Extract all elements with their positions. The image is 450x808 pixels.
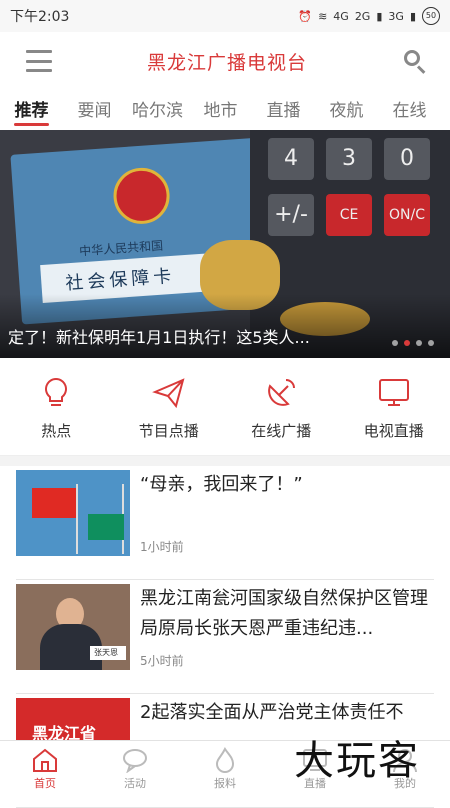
calc-key: ON/C — [384, 194, 430, 236]
section-divider — [0, 456, 450, 466]
wifi-icon: ≋ — [318, 10, 327, 23]
network-label-2g: 2G — [355, 10, 371, 23]
carousel-dot-active[interactable] — [404, 340, 410, 346]
quick-link-radio[interactable]: 在线广播 — [225, 358, 338, 455]
lightbulb-icon — [39, 376, 73, 410]
home-icon — [31, 747, 59, 773]
news-time: 5小时前 — [140, 652, 184, 669]
card-title-text: 社会保障卡 — [64, 262, 176, 296]
tab-online[interactable]: 在线 — [378, 90, 441, 130]
quick-link-tv[interactable]: 电视直播 — [338, 358, 450, 455]
calc-key: 3 — [326, 138, 372, 180]
status-time: 下午2:03 — [10, 6, 298, 26]
battery-indicator: 50 — [422, 7, 440, 25]
tab-cities[interactable]: 地市 — [189, 90, 252, 130]
news-item[interactable]: 张天恩 黑龙江南瓮河国家级自然保护区管理局原局长张天恩严重违纪违... 5小时前 — [16, 580, 434, 694]
news-title: 黑龙江南瓮河国家级自然保护区管理局原局长张天恩严重违纪违... — [140, 584, 430, 644]
tab-headlines[interactable]: 要闻 — [63, 90, 126, 130]
china-flag-image — [32, 488, 76, 518]
hamburger-icon[interactable] — [26, 50, 52, 72]
national-emblem-icon — [112, 166, 172, 226]
quick-link-label: 热点 — [41, 420, 71, 441]
chat-bubble-icon — [121, 747, 149, 773]
nav-label: 活动 — [124, 775, 146, 791]
calc-key: 0 — [384, 138, 430, 180]
app-header: 黑龙江广播电视台 — [0, 32, 450, 90]
tab-live[interactable]: 直播 — [252, 90, 315, 130]
macau-flag-image — [88, 514, 124, 540]
news-time: 1小时前 — [140, 538, 184, 555]
paper-plane-icon — [152, 376, 186, 410]
status-bar: 下午2:03 ⏰ ≋ 4G 2G ▮ 3G ▮ 50 — [0, 0, 450, 32]
tab-recommend[interactable]: 推荐 — [0, 90, 63, 130]
news-thumbnail: 张天恩 — [16, 584, 130, 670]
flame-icon — [211, 747, 239, 773]
news-item[interactable]: “母亲，我回来了！” 1小时前 — [16, 466, 434, 580]
quick-link-label: 电视直播 — [364, 420, 424, 441]
news-title: 2起落实全面从严治党主体责任不 — [140, 698, 430, 728]
alarm-icon: ⏰ — [298, 10, 312, 23]
name-plate-text: 张天恩 — [94, 647, 118, 658]
nav-label: 首页 — [34, 775, 56, 791]
tab-harbin[interactable]: 哈尔滨 — [126, 90, 189, 130]
tv-icon — [377, 376, 411, 410]
quick-link-on-demand[interactable]: 节目点播 — [113, 358, 226, 455]
nav-report[interactable]: 报料 — [180, 741, 270, 800]
satellite-dish-icon — [264, 376, 298, 410]
carousel-dot[interactable] — [428, 340, 434, 346]
tab-night[interactable]: 夜航 — [315, 90, 378, 130]
news-title: “母亲，我回来了！” — [140, 470, 430, 500]
nav-activity[interactable]: 活动 — [90, 741, 180, 800]
quick-link-label: 节目点播 — [139, 420, 199, 441]
card-country-text: 中华人民共和国 — [79, 237, 164, 260]
banner-carousel[interactable]: 中华人民共和国 社会保障卡 4 3 0 +/- CE ON/C 定了！新社保明年… — [0, 130, 450, 358]
news-thumbnail — [16, 470, 130, 556]
banner-caption: 定了！新社保明年1月1日执行！这5类人... — [8, 324, 368, 348]
app-title: 黑龙江广播电视台 — [147, 48, 307, 75]
signal-icon: ▮ — [410, 10, 416, 23]
network-label-3g: 3G — [388, 10, 404, 23]
carousel-dots — [392, 340, 434, 346]
calc-key: +/- — [268, 194, 314, 236]
search-icon[interactable] — [402, 48, 428, 74]
signal-icon: ▮ — [376, 10, 382, 23]
carousel-dot[interactable] — [416, 340, 422, 346]
nav-home[interactable]: 首页 — [0, 741, 90, 800]
carousel-dot[interactable] — [392, 340, 398, 346]
category-tabs: 推荐 要闻 哈尔滨 地市 直播 夜航 在线 — [0, 90, 450, 130]
quick-link-hot[interactable]: 热点 — [0, 358, 113, 455]
calc-key: 4 — [268, 138, 314, 180]
quick-link-label: 在线广播 — [251, 420, 311, 441]
status-icons: ⏰ ≋ 4G 2G ▮ 3G ▮ 50 — [298, 7, 440, 25]
nav-label: 报料 — [214, 775, 236, 791]
network-label-4g: 4G — [333, 10, 349, 23]
watermark-logo: 大玩客 — [294, 728, 420, 786]
quick-links: 热点 节目点播 在线广播 电视直播 — [0, 358, 450, 456]
name-plate: 张天恩 — [90, 646, 126, 660]
calc-key: CE — [326, 194, 372, 236]
flag-pole — [76, 484, 78, 554]
